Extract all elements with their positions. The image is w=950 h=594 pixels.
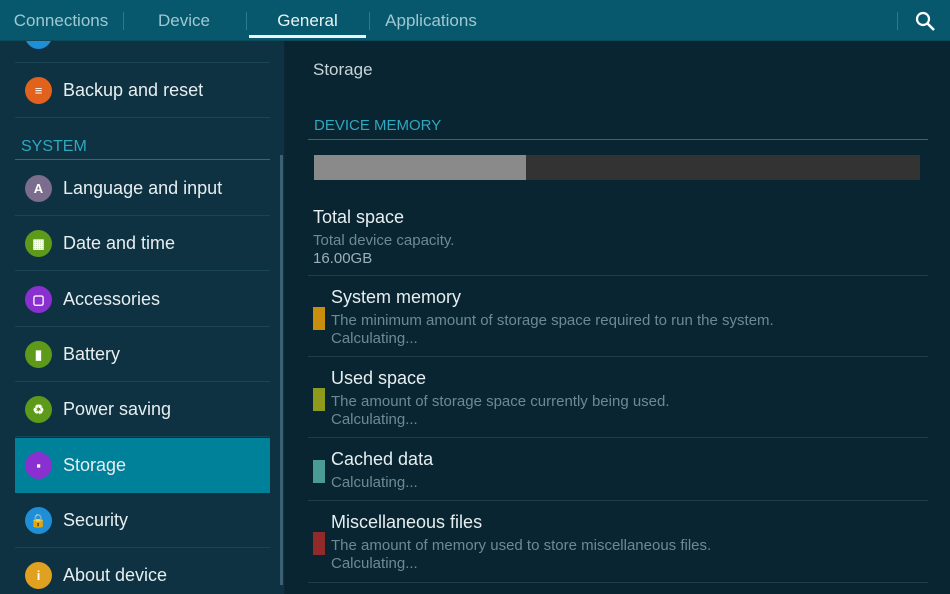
sidebar-item-label: About device	[63, 565, 168, 586]
storage-panel: Storage DEVICE MEMORY Total space Total …	[285, 41, 950, 594]
tab-divider	[369, 12, 370, 30]
row-desc: The minimum amount of storage space requ…	[331, 312, 774, 329]
row-title: Cached data	[331, 449, 434, 469]
page-title: Storage	[313, 60, 373, 79]
row-value: Calculating...	[331, 474, 418, 491]
calendar-clock-icon: ▦	[25, 230, 52, 258]
row-desc: The amount of memory used to store misce…	[331, 537, 712, 554]
sidebar-item-label: Power saving	[63, 399, 172, 420]
top-tab-bar: Connections Device General Applications	[0, 0, 950, 41]
sidebar-item-label: Storage	[63, 454, 127, 475]
backup-icon: ≡	[25, 77, 52, 104]
sidebar-item-language-and-input[interactable]: A Language and input	[15, 161, 270, 216]
tab-applications[interactable]: Applications	[372, 0, 490, 41]
info-icon: i	[25, 562, 52, 590]
section-header-system: SYSTEM	[15, 136, 270, 160]
sidebar-item-power-saving[interactable]: ♻ Power saving	[15, 382, 270, 438]
storage-row-system-memory[interactable]: System memory The minimum amount of stora…	[308, 276, 928, 357]
search-icon[interactable]	[914, 10, 936, 32]
row-value: Calculating...	[331, 555, 418, 572]
cloud-icon	[25, 41, 52, 49]
color-swatch	[313, 387, 325, 411]
tab-device[interactable]: Device	[124, 0, 244, 41]
power-saving-icon: ♻	[25, 396, 52, 424]
sidebar-item-about-device[interactable]: i About device	[15, 548, 270, 594]
row-value: Calculating...	[331, 330, 418, 347]
row-value: 16.00GB	[313, 250, 373, 267]
sidebar-item-label: Battery	[63, 343, 121, 364]
sidebar-item-security[interactable]: 🔒 Security	[15, 493, 270, 548]
lock-icon: 🔒	[25, 506, 52, 534]
sidebar-item-label: Language and input	[63, 178, 223, 198]
row-title: System memory	[331, 287, 462, 307]
color-swatch	[313, 306, 325, 330]
sidebar-item-accessories[interactable]: ▢ Accessories	[15, 272, 270, 327]
storage-row-cached-data[interactable]: Cached data Calculating...	[308, 438, 928, 501]
sidebar-item-battery[interactable]: ▮ Battery	[15, 327, 270, 382]
color-swatch	[313, 459, 325, 483]
sidebar-item-cloud[interactable]	[15, 41, 270, 63]
tab-general[interactable]: General	[249, 0, 366, 41]
sidebar-item-label: Security	[63, 509, 129, 530]
storage-row-used-space[interactable]: Used space The amount of storage space cu…	[308, 357, 928, 438]
storage-row-miscellaneous-files[interactable]: Miscellaneous files The amount of memory …	[308, 501, 928, 583]
tab-divider	[246, 12, 247, 30]
row-title: Total space	[313, 207, 405, 227]
sidebar-item-label: Date and time	[63, 233, 176, 254]
battery-icon: ▮	[25, 340, 52, 368]
row-desc: Total device capacity.	[313, 232, 455, 249]
row-title: Used space	[331, 368, 427, 388]
row-value: Calculating...	[331, 411, 418, 428]
sidebar-item-storage[interactable]: ▪ Storage	[15, 437, 270, 493]
color-swatch	[313, 532, 325, 555]
settings-sidebar: ≡ Backup and reset SYSTEM A Language and …	[0, 41, 284, 594]
sidebar-scrollbar[interactable]	[280, 155, 283, 585]
total-space-row[interactable]: Total space Total device capacity. 16.00…	[308, 196, 928, 276]
tab-divider	[897, 12, 898, 30]
accessories-icon: ▢	[25, 285, 52, 313]
section-header-device-memory: DEVICE MEMORY	[308, 117, 928, 140]
sidebar-item-label: Backup and reset	[63, 80, 204, 100]
row-title: Miscellaneous files	[331, 512, 483, 532]
tab-connections[interactable]: Connections	[0, 0, 122, 41]
storage-usage-fill	[314, 155, 527, 180]
sidebar-item-date-and-time[interactable]: ▦ Date and time	[15, 216, 270, 272]
row-desc: The amount of storage space currently be…	[331, 393, 670, 410]
sd-card-icon: ▪	[25, 451, 52, 479]
sidebar-item-label: Accessories	[63, 288, 161, 309]
sidebar-item-backup-and-reset[interactable]: ≡ Backup and reset	[15, 63, 270, 118]
storage-usage-bar	[314, 155, 920, 180]
language-icon: A	[25, 175, 52, 202]
